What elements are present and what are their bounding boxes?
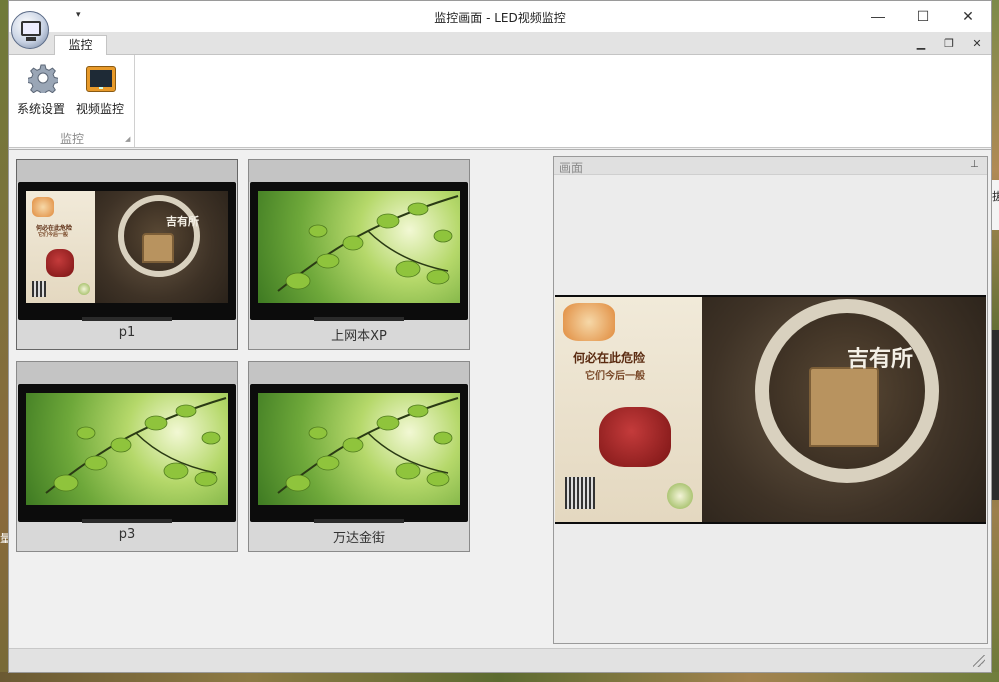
tv-frame xyxy=(250,182,468,321)
screen-content-leaves xyxy=(258,393,460,505)
screen-thumbnail-netbook[interactable]: 上网本XP xyxy=(248,159,470,350)
screen-thumbnails-panel: 何必在此危险 它们今后一般 吉有所 p1 上网本XP p3 万达金街 xyxy=(11,154,547,644)
screen-content-ad: 何必在此危险 它们今后一般 吉有所 xyxy=(26,191,228,303)
ribbon-panel: 系统设置 视频监控 监控 ◢ xyxy=(9,55,991,148)
thumbnail-label: p3 xyxy=(118,527,136,542)
gear-icon xyxy=(28,64,58,93)
screen-content-leaves xyxy=(26,393,228,505)
tv-frame xyxy=(18,384,236,523)
desktop-background-bottom xyxy=(0,672,999,682)
preview-ad-headline: 何必在此危险 xyxy=(573,351,646,365)
thumbnail-header xyxy=(249,362,469,384)
tab-monitor[interactable]: 监控 xyxy=(54,35,107,56)
thumbnail-label: 上网本XP xyxy=(331,329,387,344)
mdi-minimize-button[interactable]: ▁ xyxy=(910,35,932,53)
video-monitor-label: 视频监控 xyxy=(75,102,124,116)
window-title: 监控画面 - LED视频监控 xyxy=(434,11,566,25)
preview-ad-calligraphy: 吉有所 xyxy=(847,346,914,372)
ad-subline: 它们今后一般 xyxy=(38,232,69,238)
workspace: 何必在此危险 它们今后一般 吉有所 p1 上网本XP p3 万达金街 画面 ⊥ … xyxy=(9,149,991,647)
maximize-button[interactable]: ☐ xyxy=(900,1,946,32)
thumbnail-label: 万达金街 xyxy=(332,531,385,546)
thumbnail-header xyxy=(17,362,237,384)
minimize-button[interactable]: — xyxy=(855,1,901,32)
status-bar xyxy=(9,648,991,672)
system-settings-button[interactable]: 系统设置 xyxy=(13,59,69,116)
ribbon-group-monitor: 系统设置 视频监控 监控 ◢ xyxy=(9,55,135,147)
tv-frame: 何必在此危险 它们今后一般 吉有所 xyxy=(18,182,236,321)
preview-ad-subline: 它们今后一般 xyxy=(585,371,645,382)
video-monitor-button[interactable]: 视频监控 xyxy=(72,59,128,116)
screen-content-leaves xyxy=(258,191,460,303)
thumbnail-label: p1 xyxy=(118,325,136,340)
background-window-text: 拔 xyxy=(992,191,999,203)
application-menu-button[interactable] xyxy=(11,11,49,49)
screen-thumbnail-wanda[interactable]: 万达金街 xyxy=(248,361,470,552)
mdi-close-button[interactable]: ✕ xyxy=(966,35,988,53)
thumbnail-header xyxy=(17,160,237,182)
monitor-icon xyxy=(86,66,116,92)
close-button[interactable]: ✕ xyxy=(945,1,991,32)
group-launcher-icon[interactable]: ◢ xyxy=(125,135,130,143)
ribbon-tab-bar: 监控 ▁ ❐ ✕ xyxy=(9,32,991,56)
mdi-restore-button[interactable]: ❐ xyxy=(938,35,960,53)
monitor-app-icon xyxy=(21,21,41,36)
preview-panel: 画面 ⊥ 何必在此危险 它们今后一般 吉有所 xyxy=(553,156,988,644)
preview-video: 何必在此危险 它们今后一般 吉有所 xyxy=(555,295,986,524)
ad-calligraphy: 吉有所 xyxy=(166,215,199,228)
pin-icon[interactable]: ⊥ xyxy=(970,159,979,170)
system-settings-label: 系统设置 xyxy=(16,102,65,116)
preview-title: 画面 xyxy=(559,161,584,175)
main-window: ▾ 监控画面 - LED视频监控 — ☐ ✕ 监控 ▁ ❐ ✕ 系统设置 视频监… xyxy=(8,0,992,673)
title-bar[interactable]: ▾ 监控画面 - LED视频监控 — ☐ ✕ xyxy=(9,1,991,32)
monitor-stand-icon xyxy=(26,37,36,41)
resize-grip-icon[interactable] xyxy=(973,655,985,667)
thumbnail-header xyxy=(249,160,469,182)
screen-thumbnail-p1[interactable]: 何必在此危险 它们今后一般 吉有所 p1 xyxy=(16,159,238,350)
screen-thumbnail-p3[interactable]: p3 xyxy=(16,361,238,552)
preview-header: 画面 ⊥ xyxy=(554,157,987,175)
ribbon-group-label: 监控 xyxy=(59,132,84,146)
tv-frame xyxy=(250,384,468,523)
